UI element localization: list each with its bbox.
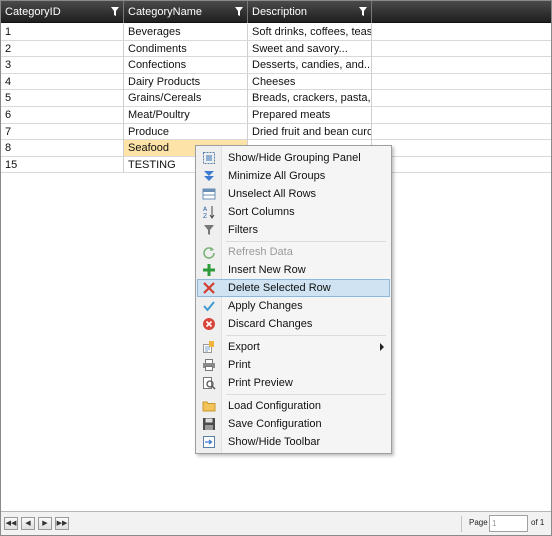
menu-item-sort-columns[interactable]: A Z Sort Columns — [197, 203, 390, 221]
menu-separator — [226, 394, 386, 395]
cell-category-name[interactable]: Meat/Poultry — [124, 107, 248, 123]
menu-item-filters[interactable]: Filters — [197, 221, 390, 239]
print-preview-icon — [203, 377, 216, 390]
context-menu: Show/Hide Grouping Panel Minimize All Gr… — [195, 145, 392, 454]
toolbar-icon — [203, 436, 215, 448]
column-header-label: Description — [252, 6, 308, 18]
menu-item-show-hide-toolbar[interactable]: Show/Hide Toolbar — [197, 433, 390, 451]
export-icon — [203, 341, 214, 353]
menu-item-discard-changes[interactable]: Discard Changes — [197, 315, 390, 333]
cell-category-id[interactable]: 8 — [1, 140, 124, 157]
svg-text:Z: Z — [203, 213, 207, 219]
menu-item-save-configuration[interactable]: Save Configuration — [197, 415, 390, 433]
cell-description[interactable]: Sweet and savory... — [248, 40, 372, 57]
cell-description[interactable]: Desserts, candies, and... — [248, 57, 372, 74]
cell-description[interactable]: Soft drinks, coffees, teas,... — [248, 24, 372, 40]
cell-category-id[interactable]: 6 — [1, 107, 124, 123]
menu-item-apply-changes[interactable]: Apply Changes — [197, 297, 390, 315]
cell-category-id[interactable]: 3 — [1, 57, 124, 74]
table-row[interactable]: 6 Meat/Poultry Prepared meats — [1, 107, 551, 124]
table-row[interactable]: 3 Confections Desserts, candies, and... — [1, 57, 551, 74]
cell-category-name[interactable]: Dairy Products — [124, 73, 248, 90]
table-row[interactable]: 2 Condiments Sweet and savory... — [1, 40, 551, 58]
divider — [461, 516, 462, 532]
menu-separator — [226, 241, 386, 242]
menu-item-refresh-data: Refresh Data — [197, 243, 390, 261]
cell-category-id[interactable]: 7 — [1, 123, 124, 140]
menu-item-unselect-all-rows[interactable]: Unselect All Rows — [197, 185, 390, 203]
menu-item-insert-new-row[interactable]: Insert New Row — [197, 261, 390, 279]
cell-category-name[interactable]: Condiments — [124, 40, 248, 57]
first-page-button[interactable]: ◀◀ — [4, 517, 18, 530]
delete-x-icon — [203, 282, 215, 294]
column-header-categoryname[interactable]: CategoryName — [124, 1, 248, 23]
menu-item-print-preview[interactable]: Print Preview — [197, 374, 390, 392]
filter-icon[interactable] — [111, 7, 119, 16]
menu-item-load-configuration[interactable]: Load Configuration — [197, 397, 390, 415]
table-row[interactable]: 4 Dairy Products Cheeses — [1, 73, 551, 91]
page-label: Page — [469, 518, 488, 527]
checkmark-icon — [203, 301, 215, 312]
table-row[interactable]: 7 Produce Dried fruit and bean curd — [1, 123, 551, 141]
column-header-description[interactable]: Description — [248, 1, 372, 23]
unselect-rows-icon — [202, 188, 216, 200]
submenu-arrow-icon — [380, 343, 384, 351]
grouping-panel-icon — [203, 152, 215, 164]
menu-item-print[interactable]: Print — [197, 356, 390, 374]
menu-item-delete-selected-row[interactable]: Delete Selected Row — [197, 279, 390, 297]
previous-page-button[interactable]: ◀ — [21, 517, 35, 530]
pager-bar: ◀◀ ◀ ▶ ▶▶ Page 1 of 1 — [1, 512, 551, 535]
cell-category-id[interactable]: 5 — [1, 90, 124, 107]
filter-icon[interactable] — [235, 7, 243, 16]
menu-item-export[interactable]: Export — [197, 338, 390, 356]
cell-description[interactable]: Breads, crackers, pasta,... — [248, 90, 372, 107]
cell-category-name[interactable]: Produce — [124, 123, 248, 140]
filter-icon[interactable] — [359, 7, 367, 16]
filter-icon — [204, 225, 214, 235]
cell-category-name[interactable]: Beverages — [124, 24, 248, 40]
folder-icon — [202, 401, 216, 412]
refresh-icon — [203, 247, 215, 259]
cell-category-id[interactable]: 4 — [1, 73, 124, 90]
discard-icon — [203, 318, 215, 330]
cell-description[interactable]: Cheeses — [248, 73, 372, 90]
cell-description[interactable]: Dried fruit and bean curd — [248, 123, 372, 140]
sort-az-icon: A Z — [203, 206, 215, 219]
svg-text:A: A — [203, 206, 208, 213]
minimize-groups-icon — [204, 171, 214, 181]
plus-icon — [203, 264, 215, 276]
cell-category-id[interactable]: 1 — [1, 24, 124, 40]
page-count-label: of 1 — [531, 518, 545, 527]
column-header-categoryid[interactable]: CategoryID — [1, 1, 124, 23]
cell-category-id[interactable]: 15 — [1, 156, 124, 173]
page-number-input[interactable]: 1 — [489, 515, 528, 532]
menu-item-show-hide-grouping-panel[interactable]: Show/Hide Grouping Panel — [197, 149, 390, 167]
table-row[interactable]: 1 Beverages Soft drinks, coffees, teas,.… — [1, 24, 551, 41]
menu-separator — [226, 335, 386, 336]
next-page-button[interactable]: ▶ — [38, 517, 52, 530]
cell-category-name[interactable]: Grains/Cereals — [124, 90, 248, 107]
menu-item-minimize-all-groups[interactable]: Minimize All Groups — [197, 167, 390, 185]
cell-category-name[interactable]: Confections — [124, 57, 248, 74]
grid-header: CategoryID CategoryName Description — [1, 1, 551, 23]
cell-description[interactable]: Prepared meats — [248, 107, 372, 123]
save-disk-icon — [203, 418, 215, 430]
last-page-button[interactable]: ▶▶ — [55, 517, 69, 530]
table-row[interactable]: 5 Grains/Cereals Breads, crackers, pasta… — [1, 90, 551, 107]
cell-category-id[interactable]: 2 — [1, 40, 124, 57]
printer-icon — [203, 359, 215, 371]
column-header-label: CategoryName — [128, 6, 202, 18]
column-header-label: CategoryID — [5, 6, 61, 18]
